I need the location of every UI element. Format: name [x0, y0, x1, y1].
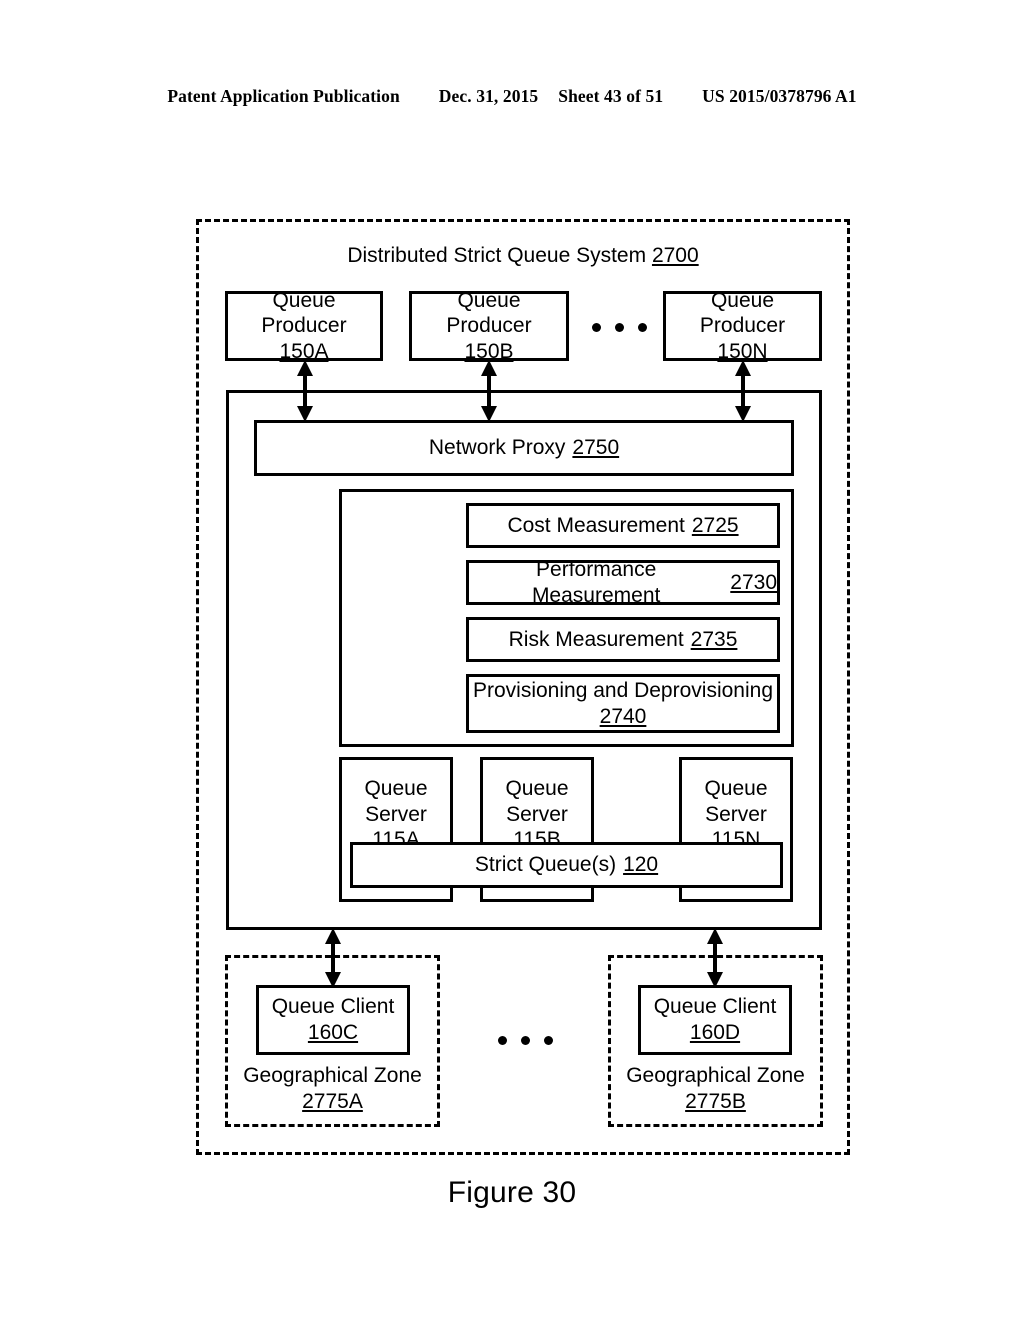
network-proxy-label: Network Proxy — [428, 436, 566, 460]
risk-measurement-label: Risk Measurement — [508, 627, 684, 651]
patent-number: US 2015/0378796 A1 — [702, 86, 857, 106]
strict-queues-ref: 120 — [623, 853, 659, 877]
queue-server-115A-label-line1: Queue — [364, 777, 428, 800]
cost-measurement-ref: 2725 — [691, 513, 739, 537]
strict-queues[interactable]: Strict Queue(s) 120 — [350, 842, 783, 888]
network-proxy[interactable]: Network Proxy 2750 — [254, 420, 794, 476]
publication-label: Patent Application Publication — [167, 86, 400, 106]
performance-measurement-module[interactable]: Performance Measurement 2730 — [466, 557, 780, 607]
queue-client-160C-label: Queue Client — [271, 995, 395, 1019]
strict-queues-label: Strict Queue(s) — [474, 853, 617, 877]
queue-producer-150B[interactable]: Queue Producer 150B — [409, 288, 569, 363]
producers-ellipsis — [592, 322, 647, 332]
figure-caption: Figure 30 — [447, 1176, 577, 1209]
queue-server-115N-label-line1: Queue — [704, 777, 768, 800]
arrow-queue-service-client-160D — [704, 928, 726, 988]
network-proxy-ref: 2750 — [572, 436, 620, 460]
performance-measurement-ref: 2730 — [730, 570, 777, 594]
sheet-number: Sheet 43 of 51 — [558, 86, 664, 106]
system-title-label: Distributed Strict Queue System — [347, 244, 647, 267]
queue-client-160D-ref: 160D — [689, 1021, 741, 1044]
risk-measurement-module[interactable]: Risk Measurement 2735 — [466, 617, 780, 662]
geographical-zone-2775B-ref: 2775B — [685, 1089, 746, 1113]
geographical-zone-2775A-label: Geographical Zone 2775A — [225, 1063, 440, 1114]
geographical-zone-2775B-label: Geographical Zone 2775B — [608, 1063, 823, 1114]
queue-client-160C-ref: 160C — [307, 1021, 359, 1044]
system-title-ref: 2700 — [651, 244, 699, 267]
arrow-queue-service-client-160C — [322, 928, 344, 988]
system-title: Distributed Strict Queue System 2700 — [196, 243, 850, 269]
queue-producer-150N-label: Queue Producer — [699, 288, 786, 338]
queue-producer-150B-label: Queue Producer — [446, 288, 532, 338]
queue-server-115B-label-line2: Server — [506, 802, 568, 826]
geographical-zone-2775A-label-text: Geographical Zone — [243, 1064, 422, 1087]
arrow-producer-150N-network-proxy — [732, 360, 754, 422]
queue-producer-150A-label: Queue Producer — [261, 288, 347, 338]
geographical-zone-2775B-label-text: Geographical Zone — [626, 1064, 805, 1087]
queue-client-160D[interactable]: Queue Client 160D — [638, 985, 792, 1055]
zones-ellipsis — [498, 1035, 553, 1045]
provisioning-deprovisioning-ref: 2740 — [599, 704, 647, 728]
queue-server-115B-label-line1: Queue — [505, 777, 569, 800]
queue-server-115A-label-line2: Server — [365, 802, 427, 826]
geographical-zone-2775A-ref: 2775A — [302, 1089, 363, 1113]
risk-measurement-ref: 2735 — [690, 627, 738, 651]
patent-header: Patent Application Publication Dec. 31, … — [0, 86, 1024, 107]
provisioning-deprovisioning-module[interactable]: Provisioning and Deprovisioning 2740 — [466, 674, 780, 733]
arrow-producer-150A-network-proxy — [294, 360, 316, 422]
queue-producer-150A[interactable]: Queue Producer 150A — [225, 288, 383, 363]
queue-producer-150N[interactable]: Queue Producer 150N — [663, 288, 822, 363]
arrow-producer-150B-network-proxy — [478, 360, 500, 422]
cost-measurement-module[interactable]: Cost Measurement 2725 — [466, 503, 780, 548]
publication-date: Dec. 31, 2015 — [438, 86, 539, 106]
queue-client-160C[interactable]: Queue Client 160C — [256, 985, 410, 1055]
provisioning-deprovisioning-label: Provisioning and Deprovisioning — [472, 678, 773, 702]
queue-server-115N-label-line2: Server — [705, 802, 767, 826]
cost-measurement-label: Cost Measurement — [507, 513, 685, 537]
queue-client-160D-label: Queue Client — [653, 995, 777, 1019]
performance-measurement-label: Performance Measurement — [531, 557, 661, 607]
